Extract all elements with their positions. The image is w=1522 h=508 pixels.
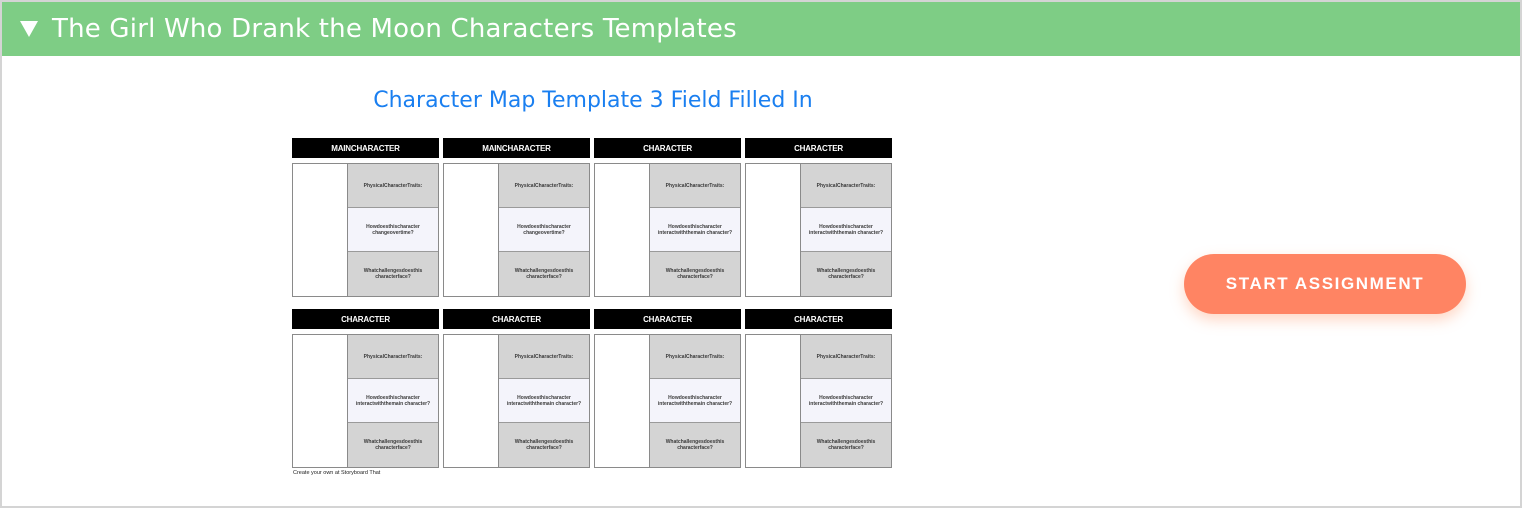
character-card-label: CHARACTER (745, 309, 892, 329)
character-card-label: MAINCHARACTER (443, 138, 590, 158)
template-panel: The Girl Who Drank the Moon Characters T… (0, 0, 1522, 508)
template-image[interactable]: MAINCHARACTER PhysicalCharacterTraits: How… (292, 138, 894, 483)
character-field: Whatchallengesdoesthis characterface? (348, 252, 438, 296)
character-card-body: PhysicalCharacterTraits: Howdoesthischara… (443, 163, 590, 297)
character-field: Whatchallengesdoesthis characterface? (348, 423, 438, 467)
character-field: Howdoesthischaracter changeovertime? (499, 208, 589, 252)
character-field: Howdoesthischaracter interactwiththemain… (499, 379, 589, 423)
character-card: CHARACTER PhysicalCharacterTraits: Howdoes… (594, 138, 741, 297)
character-card-label: MAINCHARACTER (292, 138, 439, 158)
character-field: PhysicalCharacterTraits: (650, 335, 740, 379)
character-card-label: CHARACTER (292, 309, 439, 329)
character-fields: PhysicalCharacterTraits: Howdoesthischara… (348, 164, 438, 296)
character-card-body: PhysicalCharacterTraits: Howdoesthischara… (443, 334, 590, 468)
character-card-body: PhysicalCharacterTraits: Howdoesthischara… (594, 334, 741, 468)
character-card-label: CHARACTER (443, 309, 590, 329)
character-field: Whatchallengesdoesthis characterface? (499, 252, 589, 296)
character-picture-box (746, 335, 801, 467)
character-card: MAINCHARACTER PhysicalCharacterTraits: How… (292, 138, 439, 297)
character-card-label: CHARACTER (594, 309, 741, 329)
character-card: CHARACTER PhysicalCharacterTraits: Howdoes… (745, 309, 892, 468)
character-card-label: CHARACTER (745, 138, 892, 158)
character-card-label: CHARACTER (594, 138, 741, 158)
character-field: Whatchallengesdoesthis characterface? (801, 252, 891, 296)
character-field: PhysicalCharacterTraits: (348, 335, 438, 379)
character-field: Whatchallengesdoesthis characterface? (650, 423, 740, 467)
character-card: CHARACTER PhysicalCharacterTraits: Howdoes… (594, 309, 741, 468)
character-picture-box (746, 164, 801, 296)
character-field: PhysicalCharacterTraits: (801, 164, 891, 208)
character-field: Howdoesthischaracter interactwiththemain… (801, 208, 891, 252)
character-card-body: PhysicalCharacterTraits: Howdoesthischara… (594, 163, 741, 297)
character-field: PhysicalCharacterTraits: (348, 164, 438, 208)
character-fields: PhysicalCharacterTraits: Howdoesthischara… (499, 164, 589, 296)
character-field: PhysicalCharacterTraits: (801, 335, 891, 379)
character-field: PhysicalCharacterTraits: (499, 164, 589, 208)
panel-title: The Girl Who Drank the Moon Characters T… (52, 14, 737, 44)
character-fields: PhysicalCharacterTraits: Howdoesthischara… (650, 164, 740, 296)
character-field: Whatchallengesdoesthis characterface? (650, 252, 740, 296)
character-fields: PhysicalCharacterTraits: Howdoesthischara… (801, 164, 891, 296)
triangle-down-icon[interactable] (18, 18, 40, 40)
template-title-link[interactable]: Character Map Template 3 Field Filled In (292, 88, 894, 113)
character-fields: PhysicalCharacterTraits: Howdoesthischara… (499, 335, 589, 467)
character-card-body: PhysicalCharacterTraits: Howdoesthischara… (292, 163, 439, 297)
template-row: CHARACTER PhysicalCharacterTraits: Howdoes… (292, 309, 894, 469)
character-fields: PhysicalCharacterTraits: Howdoesthischara… (348, 335, 438, 467)
storyboard-credit: Create your own at Storyboard That (293, 470, 381, 476)
character-card-body: PhysicalCharacterTraits: Howdoesthischara… (292, 334, 439, 468)
character-field: Howdoesthischaracter interactwiththemain… (801, 379, 891, 423)
template-row: MAINCHARACTER PhysicalCharacterTraits: How… (292, 138, 894, 298)
character-picture-box (444, 164, 499, 296)
character-picture-box (595, 335, 650, 467)
character-fields: PhysicalCharacterTraits: Howdoesthischara… (801, 335, 891, 467)
character-card: MAINCHARACTER PhysicalCharacterTraits: How… (443, 138, 590, 297)
character-field: Howdoesthischaracter interactwiththemain… (650, 379, 740, 423)
character-fields: PhysicalCharacterTraits: Howdoesthischara… (650, 335, 740, 467)
character-field: Whatchallengesdoesthis characterface? (499, 423, 589, 467)
start-assignment-button[interactable]: START ASSIGNMENT (1184, 254, 1466, 314)
character-card: CHARACTER PhysicalCharacterTraits: Howdoes… (745, 138, 892, 297)
character-field: Howdoesthischaracter changeovertime? (348, 208, 438, 252)
character-field: PhysicalCharacterTraits: (650, 164, 740, 208)
character-card: CHARACTER PhysicalCharacterTraits: Howdoes… (443, 309, 590, 468)
character-field: Howdoesthischaracter interactwiththemain… (650, 208, 740, 252)
character-card-body: PhysicalCharacterTraits: Howdoesthischara… (745, 163, 892, 297)
character-picture-box (293, 164, 348, 296)
character-field: PhysicalCharacterTraits: (499, 335, 589, 379)
character-picture-box (444, 335, 499, 467)
character-field: Whatchallengesdoesthis characterface? (801, 423, 891, 467)
character-card-body: PhysicalCharacterTraits: Howdoesthischara… (745, 334, 892, 468)
character-picture-box (293, 335, 348, 467)
character-card: CHARACTER PhysicalCharacterTraits: Howdoes… (292, 309, 439, 468)
character-field: Howdoesthischaracter interactwiththemain… (348, 379, 438, 423)
panel-header[interactable]: The Girl Who Drank the Moon Characters T… (2, 2, 1520, 56)
character-picture-box (595, 164, 650, 296)
